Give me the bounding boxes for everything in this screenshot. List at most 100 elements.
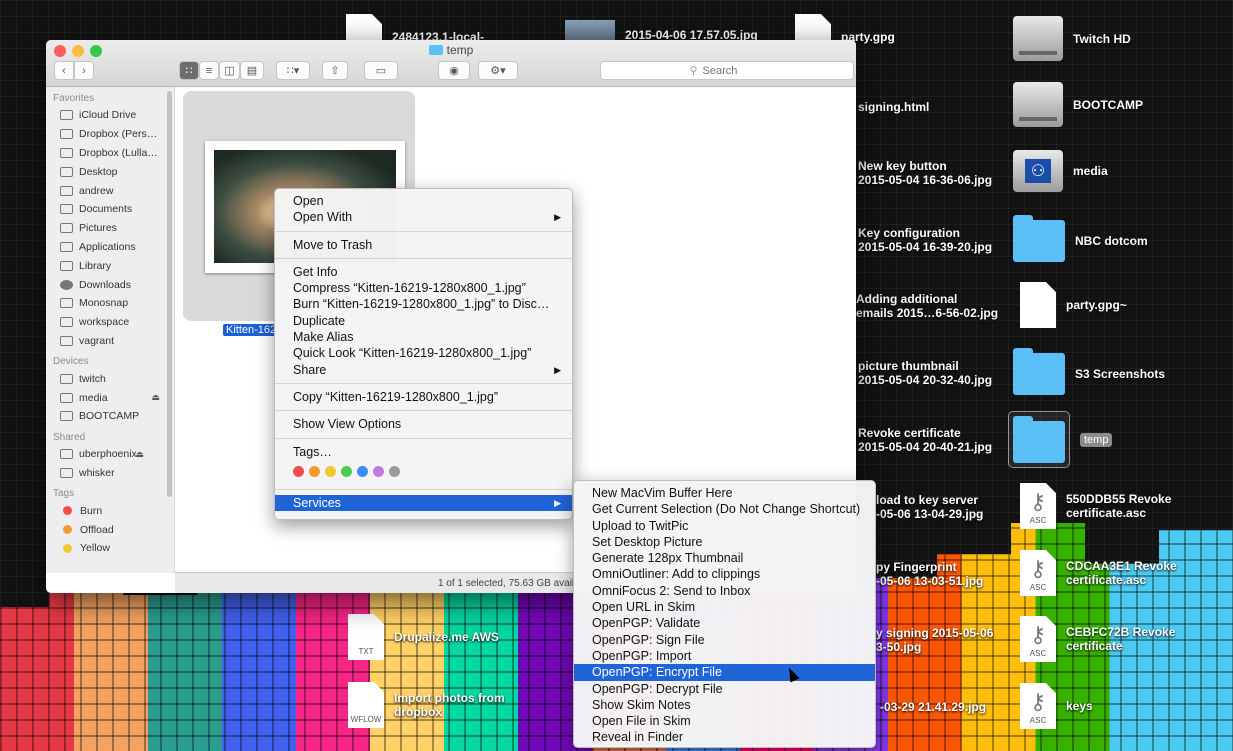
services-item[interactable]: Reveal in Finder	[574, 729, 875, 745]
services-item[interactable]: OpenPGP: Validate	[574, 615, 875, 631]
desktop-item[interactable]: load to key server -05-06 13-04-29.jpg	[876, 493, 983, 521]
quick-look-button[interactable]: ◉	[438, 61, 470, 80]
sidebar-item-pictures[interactable]: Pictures	[46, 219, 174, 238]
sidebar-tag-burn[interactable]: Burn	[46, 501, 174, 520]
sidebar-item-dropbox-personal[interactable]: Dropbox (Pers…	[46, 125, 174, 144]
services-item[interactable]: Open URL in Skim	[574, 599, 875, 615]
services-item[interactable]: OmniOutliner: Add to clippings	[574, 566, 875, 582]
desktop-item-asc[interactable]: ⚷ ASC CDCAA3E1 Revoke certificate.asc	[1020, 550, 1177, 596]
sidebar-item-downloads[interactable]: Downloads	[46, 275, 174, 294]
back-button[interactable]: ‹	[54, 61, 74, 80]
sidebar-item-twitch[interactable]: twitch	[46, 369, 174, 388]
services-item[interactable]: OpenPGP: Decrypt File	[574, 681, 875, 697]
sidebar-item-andrew[interactable]: andrew	[46, 181, 174, 200]
menu-item-show-view-options[interactable]: Show View Options	[275, 416, 572, 432]
desktop-item-drupalize[interactable]: TXT Drupalize.me AWS	[348, 614, 499, 660]
sidebar-item-monosnap[interactable]: Monosnap	[46, 294, 174, 313]
cover-flow-button[interactable]: ▤	[240, 61, 264, 80]
edit-tags-button[interactable]: ▭	[364, 61, 398, 80]
desktop-item[interactable]: picture thumbnail 2015-05-04 20-32-40.jpg	[858, 359, 992, 387]
search-field[interactable]: ⚲	[600, 61, 854, 80]
column-view-button[interactable]: ◫	[219, 61, 240, 80]
desktop-item[interactable]: -03-29 21.41.29.jpg	[880, 700, 986, 714]
services-item[interactable]: Show Skim Notes	[574, 697, 875, 713]
services-item[interactable]: OpenPGP: Import	[574, 648, 875, 664]
desktop-item-bootcamp[interactable]: BOOTCAMP	[1013, 82, 1143, 127]
desktop-item-nbc-dotcom[interactable]: NBC dotcom	[1013, 215, 1148, 262]
menu-item-move-to-trash[interactable]: Move to Trash	[275, 237, 572, 253]
services-item[interactable]: Generate 128px Thumbnail	[574, 550, 875, 566]
services-item[interactable]: New MacVim Buffer Here	[574, 485, 875, 501]
desktop-item[interactable]: Key configuration 2015-05-04 16-39-20.jpg	[858, 226, 992, 254]
desktop-item-twitch-hd[interactable]: Twitch HD	[1013, 16, 1131, 61]
arrange-button[interactable]: ∷▾	[276, 61, 310, 80]
icon-view-button[interactable]: ∷	[179, 61, 199, 80]
eject-icon[interactable]: ⏏	[135, 449, 144, 460]
services-item[interactable]: Upload to TwitPic	[574, 518, 875, 534]
desktop-item-party-gpg[interactable]: party.gpg~	[1020, 282, 1127, 328]
action-button[interactable]: ⚙▾	[478, 61, 518, 80]
sidebar-item-icloud-drive[interactable]: iCloud Drive	[46, 106, 174, 125]
desktop-item-s3-screenshots[interactable]: S3 Screenshots	[1013, 348, 1165, 395]
sidebar-item-dropbox-lullabot[interactable]: Dropbox (Lulla…	[46, 144, 174, 163]
sidebar-item-documents[interactable]: Documents	[46, 200, 174, 219]
desktop-item-media[interactable]: ⚇ media	[1013, 150, 1108, 192]
sidebar-tag-offload[interactable]: Offload	[46, 520, 174, 539]
sidebar-tag-yellow[interactable]: Yellow	[46, 539, 174, 558]
sidebar: Favorites iCloud Drive Dropbox (Pers… Dr…	[46, 87, 175, 573]
menu-item-services[interactable]: Services ▶	[275, 494, 572, 512]
tag-yellow-dot[interactable]	[325, 465, 336, 477]
menu-item-burn[interactable]: Burn “Kitten-16219-1280x800_1.jpg” to Di…	[275, 296, 572, 312]
services-item[interactable]: OpenPGP: Sign File	[574, 632, 875, 648]
sidebar-item-workspace[interactable]: workspace	[46, 313, 174, 332]
menu-item-get-info[interactable]: Get Info	[275, 264, 572, 280]
share-button[interactable]: ⇧	[322, 61, 348, 80]
menu-item-copy[interactable]: Copy “Kitten-16219-1280x800_1.jpg”	[275, 389, 572, 405]
services-item[interactable]: OmniFocus 2: Send to Inbox	[574, 583, 875, 599]
menu-item-share[interactable]: Share ▶	[275, 362, 572, 378]
desktop-item[interactable]: py Fingerprint -05-06 13-03-51.jpg	[876, 560, 983, 588]
desktop-item-import-photos[interactable]: WFLOW Import photos from dropbox	[348, 682, 505, 728]
menu-item-open[interactable]: Open	[275, 193, 572, 209]
file-name-label[interactable]: Kitten-162	[223, 324, 280, 336]
tag-red-dot[interactable]	[293, 465, 304, 477]
tag-orange-dot[interactable]	[309, 465, 320, 477]
sidebar-item-desktop[interactable]: Desktop	[46, 162, 174, 181]
sidebar-item-whisker[interactable]: whisker	[46, 464, 174, 483]
list-view-button[interactable]: ≡	[199, 61, 219, 80]
desktop-item-keys[interactable]: ⚷ ASC keys	[1020, 683, 1093, 729]
services-item[interactable]: Set Desktop Picture	[574, 534, 875, 550]
menu-item-make-alias[interactable]: Make Alias	[275, 329, 572, 345]
services-item-encrypt-file[interactable]: OpenPGP: Encrypt File	[574, 664, 875, 681]
menu-item-tags[interactable]: Tags…	[275, 444, 572, 460]
menu-item-open-with[interactable]: Open With ▶	[275, 209, 572, 225]
menu-item-quick-look[interactable]: Quick Look “Kitten-16219-1280x800_1.jpg”	[275, 345, 572, 361]
menu-item-duplicate[interactable]: Duplicate	[275, 313, 572, 329]
tag-blue-dot[interactable]	[357, 465, 368, 477]
sidebar-item-bootcamp[interactable]: BOOTCAMP	[46, 407, 174, 426]
desktop-item-asc[interactable]: ⚷ ASC 550DDB55 Revoke certificate.asc	[1020, 483, 1171, 529]
sidebar-item-library[interactable]: Library	[46, 256, 174, 275]
desktop-item[interactable]: signing.html	[858, 100, 929, 114]
search-input[interactable]	[700, 63, 765, 78]
services-item[interactable]: Open File in Skim	[574, 713, 875, 729]
desktop-item-asc[interactable]: ⚷ ASC CEBFC72B Revoke certificate	[1020, 616, 1175, 662]
menu-item-compress[interactable]: Compress “Kitten-16219-1280x800_1.jpg”	[275, 280, 572, 296]
eject-icon[interactable]: ⏏	[151, 392, 160, 403]
desktop-item-temp[interactable]: temp	[1008, 411, 1113, 468]
arrange-icon: ∷▾	[286, 65, 300, 77]
desktop-item[interactable]: Revoke certificate 2015-05-04 20-40-21.jp…	[858, 426, 992, 454]
desktop-item[interactable]: New key button 2015-05-04 16-36-06.jpg	[858, 159, 992, 187]
tag-green-dot[interactable]	[341, 465, 352, 477]
tag-purple-dot[interactable]	[373, 465, 384, 477]
sidebar-item-vagrant[interactable]: vagrant	[46, 332, 174, 351]
sidebar-item-media[interactable]: media ⏏	[46, 388, 174, 407]
sidebar-item-applications[interactable]: Applications	[46, 238, 174, 257]
sidebar-item-uberphoenix[interactable]: uberphoenix ⏏	[46, 445, 174, 464]
desktop-item[interactable]: y signing 2015-05-06 3-50.jpg	[876, 626, 993, 654]
services-item[interactable]: Get Current Selection (Do Not Change Sho…	[574, 501, 875, 517]
desktop-item[interactable]: Adding additional emails 2015…6-56-02.jpg	[856, 292, 998, 320]
tag-gray-dot[interactable]	[389, 465, 400, 477]
tag-icon: ▭	[375, 65, 387, 77]
forward-button[interactable]: ›	[74, 61, 94, 80]
